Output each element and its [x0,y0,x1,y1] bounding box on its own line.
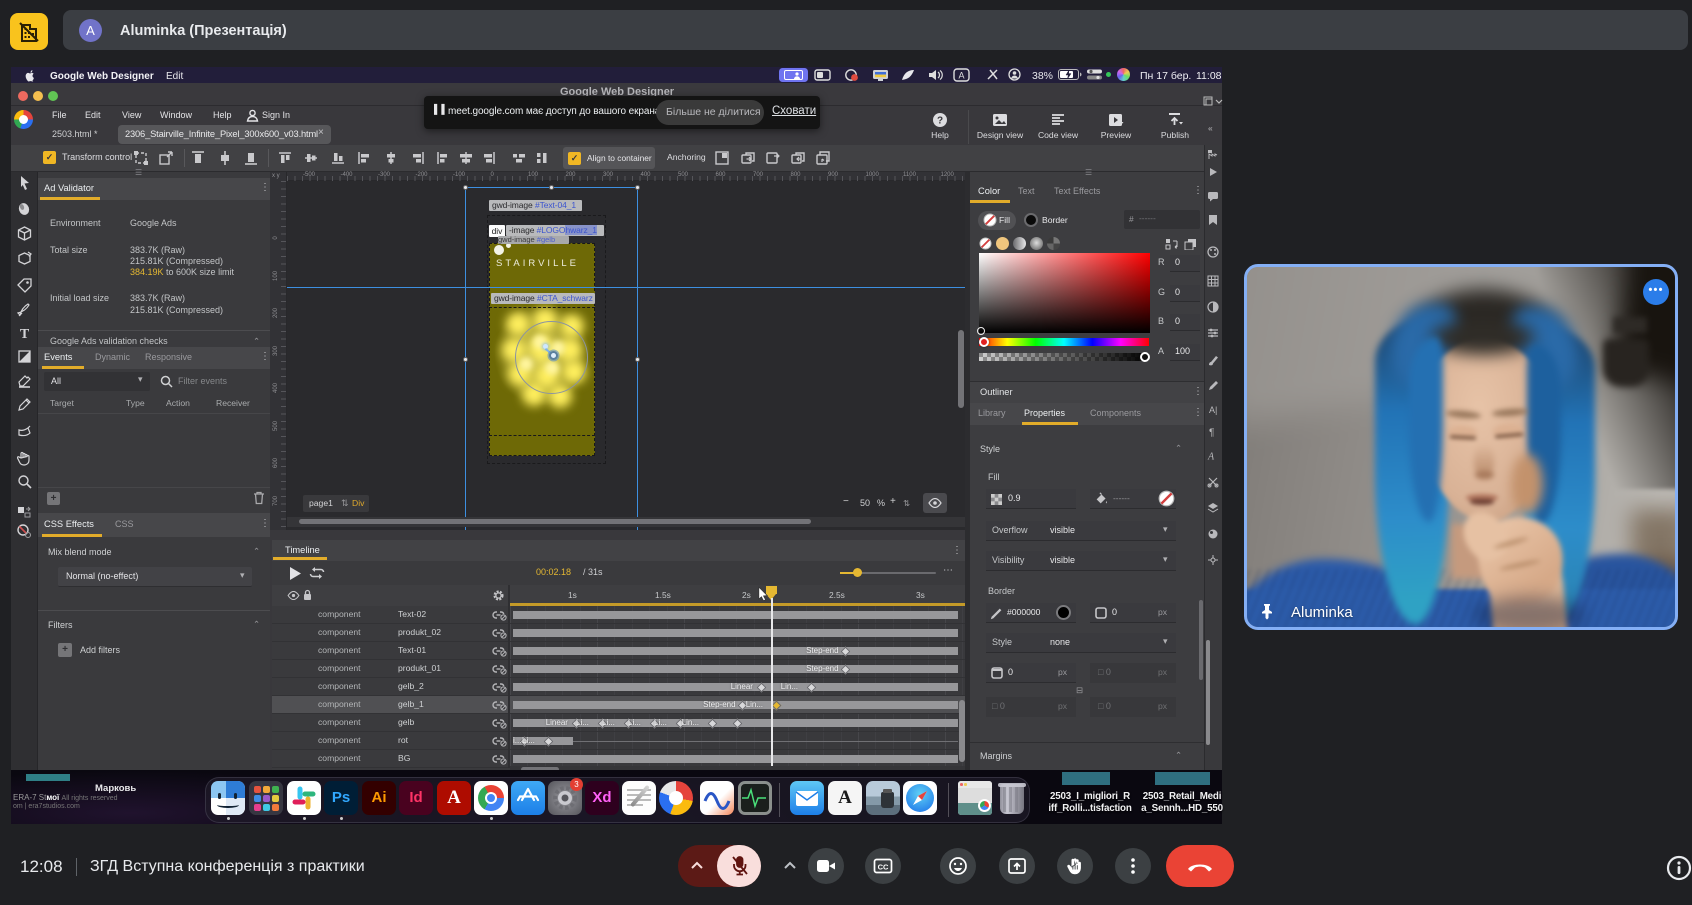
svg-text:CC: CC [878,862,889,871]
svg-text:A|: A| [1209,405,1217,415]
svg-text:?: ? [937,116,943,127]
svg-text:T: T [20,327,30,341]
svg-text:¶: ¶ [1209,428,1214,439]
svg-text:A: A [958,71,964,81]
svg-text:A: A [1207,452,1215,463]
